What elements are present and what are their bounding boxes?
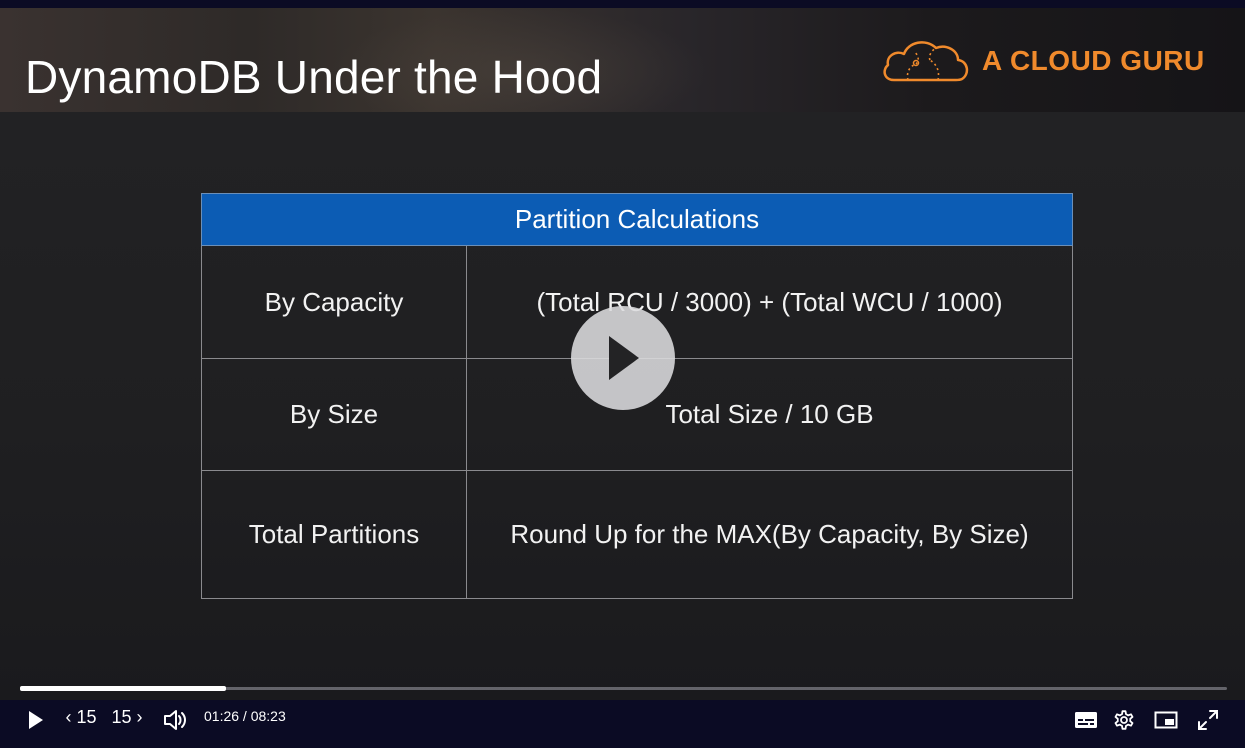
skip-back-button[interactable]: ‹ 15 <box>62 700 100 734</box>
video-frame[interactable]: DynamoDB Under the Hood A CLOUD GURU Par… <box>0 8 1245 708</box>
row-label: Total Partitions <box>201 470 467 599</box>
time-display: 01:26 / 08:23 <box>204 708 286 724</box>
picture-in-picture-button[interactable] <box>1152 703 1180 737</box>
control-bar: ‹ 15 15 › 01:26 / 08:23 <box>0 700 1245 748</box>
progress-fill <box>20 686 227 691</box>
table-row: Total Partitions Round Up for the MAX(By… <box>201 470 1073 599</box>
video-player: DynamoDB Under the Hood A CLOUD GURU Par… <box>0 0 1245 748</box>
volume-icon <box>164 710 186 730</box>
fullscreen-icon <box>1198 710 1218 730</box>
brand-name: A CLOUD GURU <box>982 45 1205 76</box>
top-strip <box>0 0 1245 8</box>
play-button[interactable] <box>22 703 50 737</box>
table-header: Partition Calculations <box>201 193 1073 246</box>
row-label: By Capacity <box>201 245 467 359</box>
row-formula: Total Size / 10 GB <box>466 358 1073 471</box>
row-formula: (Total RCU / 3000) + (Total WCU / 1000) <box>466 245 1073 359</box>
volume-button[interactable] <box>160 703 190 737</box>
gear-icon <box>1114 710 1134 730</box>
captions-button[interactable] <box>1072 703 1100 737</box>
brand-logo: A CLOUD GURU <box>880 36 1205 86</box>
play-icon <box>29 711 43 729</box>
cloud-logo-icon <box>883 41 969 82</box>
slide-title: DynamoDB Under the Hood <box>25 51 603 103</box>
fullscreen-button[interactable] <box>1194 703 1222 737</box>
row-label: By Size <box>201 358 467 471</box>
center-play-button[interactable] <box>571 306 675 410</box>
picture-in-picture-icon <box>1154 711 1178 729</box>
settings-button[interactable] <box>1110 703 1138 737</box>
captions-icon <box>1075 712 1097 728</box>
progress-bar[interactable] <box>20 686 1227 691</box>
row-formula: Round Up for the MAX(By Capacity, By Siz… <box>466 470 1073 599</box>
play-icon <box>609 336 639 380</box>
skip-forward-button[interactable]: 15 › <box>108 700 146 734</box>
